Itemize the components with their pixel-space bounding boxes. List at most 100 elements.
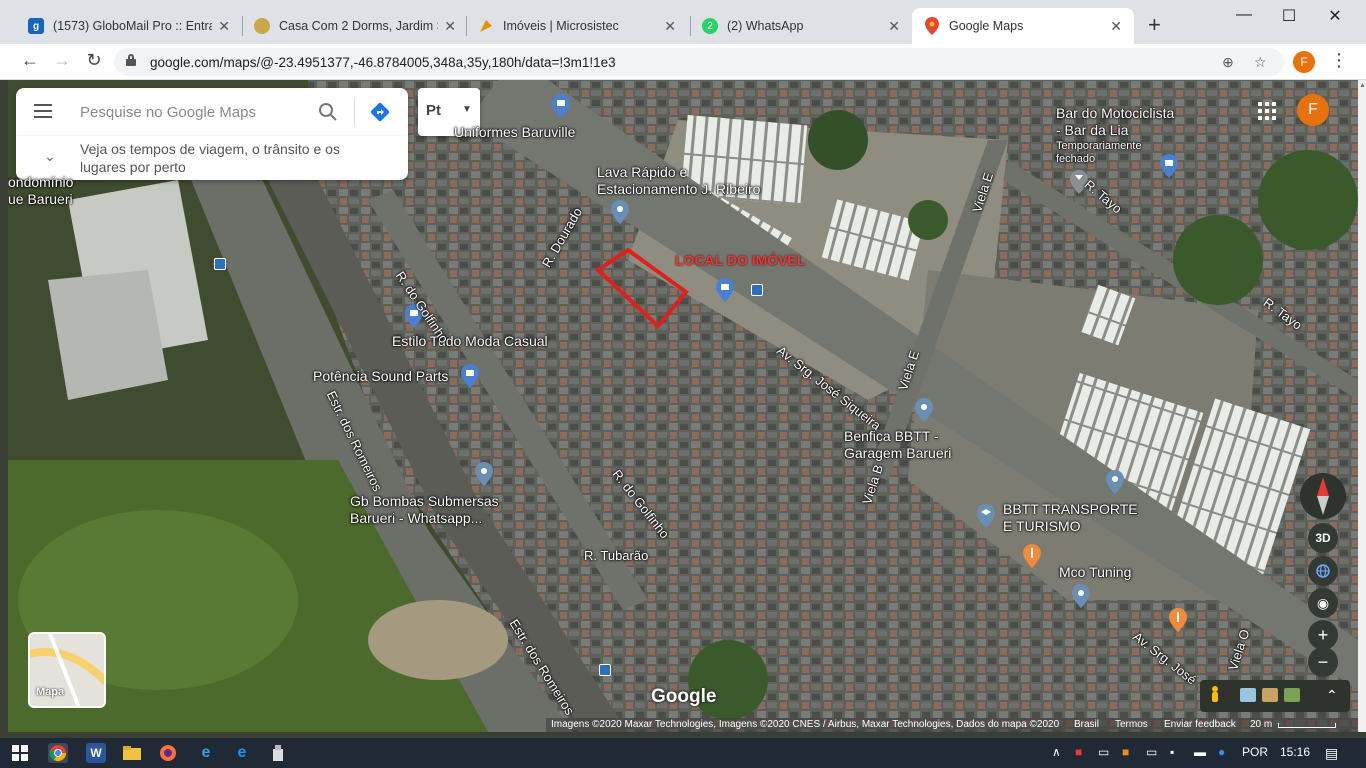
- place-label-potencia[interactable]: Potência Sound Parts: [313, 368, 448, 385]
- app-tray-icon[interactable]: ■: [1122, 745, 1129, 759]
- 3d-button[interactable]: 3D: [1308, 523, 1338, 553]
- map-layer-toggle[interactable]: Mapa: [28, 632, 106, 708]
- satellite-map[interactable]: ⌄ Veja os tempos de viagem, o trânsito e…: [8, 80, 1358, 732]
- place-label-uniformes[interactable]: Uniformes Baruville: [454, 124, 575, 141]
- firefox-icon[interactable]: [158, 743, 178, 763]
- apps-grid-icon[interactable]: [1258, 102, 1276, 120]
- security-tray-icon[interactable]: ■: [1075, 745, 1082, 759]
- battery-tray-icon[interactable]: ▬: [1194, 745, 1206, 759]
- word-icon[interactable]: W: [86, 743, 106, 763]
- hamburger-menu-icon[interactable]: [34, 104, 52, 122]
- teamviewer-tray-icon[interactable]: ●: [1218, 745, 1225, 759]
- my-location-icon[interactable]: ◉: [1308, 588, 1338, 618]
- back-button[interactable]: ←: [18, 50, 42, 71]
- maps-profile-avatar[interactable]: F: [1297, 94, 1329, 126]
- place-pin-icon[interactable]: [611, 200, 629, 224]
- chevron-up-icon[interactable]: ⌃: [1326, 687, 1338, 704]
- place-pin-icon[interactable]: [475, 462, 493, 486]
- show-hidden-icons[interactable]: ∧: [1052, 745, 1061, 759]
- edge-icon[interactable]: e: [232, 743, 252, 763]
- scale-label[interactable]: 20 m: [1250, 719, 1272, 730]
- close-icon[interactable]: ✕: [888, 18, 900, 35]
- bus-stop-icon[interactable]: [599, 664, 611, 676]
- place-label-lava-rapido[interactable]: Lava Rápido e Estacionamento J. Ribeiro: [597, 164, 760, 198]
- tab-google-maps[interactable]: Google Maps ✕: [912, 8, 1134, 44]
- restaurant-pin-icon[interactable]: [1169, 608, 1187, 632]
- imagery-thumb[interactable]: [1262, 688, 1278, 702]
- compass-control[interactable]: [1300, 473, 1346, 519]
- directions-icon[interactable]: [370, 102, 390, 122]
- restaurant-pin-icon[interactable]: [1023, 544, 1041, 568]
- profile-avatar[interactable]: F: [1293, 51, 1315, 73]
- bus-stop-icon[interactable]: [751, 284, 763, 296]
- place-label-estilo[interactable]: Estilo Tudo Moda Casual: [392, 333, 548, 350]
- globe-icon[interactable]: [1308, 556, 1338, 586]
- place-label-mco-tuning[interactable]: Mco Tuning: [1059, 564, 1131, 581]
- close-icon[interactable]: ✕: [218, 18, 230, 35]
- search-box: [16, 88, 408, 136]
- shopping-pin-icon[interactable]: [461, 364, 479, 388]
- close-window-button[interactable]: ✕: [1325, 6, 1345, 26]
- tab-casa[interactable]: Casa Com 2 Dorms, Jardim São ✕: [242, 8, 468, 44]
- shopping-pin-icon[interactable]: [716, 278, 734, 302]
- reload-button[interactable]: ↻: [82, 50, 106, 71]
- close-icon[interactable]: ✕: [444, 18, 456, 35]
- menu-kebab-icon[interactable]: ⋮: [1330, 50, 1348, 71]
- new-tab-button[interactable]: +: [1148, 12, 1161, 38]
- travel-times-hint[interactable]: ⌄ Veja os tempos de viagem, o trânsito e…: [16, 136, 408, 180]
- search-input[interactable]: [80, 100, 310, 124]
- action-center-icon[interactable]: ▤: [1325, 745, 1338, 762]
- minimize-button[interactable]: —: [1234, 6, 1254, 24]
- maximize-button[interactable]: ☐: [1279, 6, 1299, 26]
- school-pin-icon[interactable]: [977, 504, 995, 528]
- shopping-pin-icon[interactable]: [1160, 154, 1178, 178]
- clock[interactable]: 15:16: [1280, 745, 1310, 759]
- country-link[interactable]: Brasil: [1074, 719, 1099, 730]
- place-pin-icon[interactable]: [1106, 470, 1124, 494]
- caret-down-icon[interactable]: ▼: [462, 104, 472, 115]
- scale-bar: [1278, 723, 1336, 728]
- zoom-in-button[interactable]: +: [1308, 620, 1338, 650]
- chevron-down-icon[interactable]: ⌄: [44, 148, 56, 165]
- page-scrollbar[interactable]: ▲: [1358, 80, 1366, 732]
- bookmark-star-icon[interactable]: ☆: [1254, 54, 1267, 71]
- search-icon[interactable]: [318, 102, 338, 122]
- tab-globomail[interactable]: g (1573) GloboMail Pro :: Entrada ✕: [16, 8, 242, 44]
- chrome-icon[interactable]: [48, 743, 68, 763]
- place-label-gb-bombas[interactable]: Gb Bombas Submersas Barueri - Whatsapp..…: [350, 493, 499, 527]
- input-tools-label: Pt: [426, 102, 441, 119]
- tab-whatsapp[interactable]: 2 (2) WhatsApp ✕: [690, 8, 912, 44]
- close-icon[interactable]: ✕: [1110, 18, 1122, 35]
- place-label-condominio[interactable]: ondomínio ue Barueri: [8, 174, 73, 208]
- shopping-pin-icon[interactable]: [552, 94, 570, 118]
- address-bar[interactable]: google.com/maps/@-23.4951377,-46.8784005…: [114, 48, 1284, 76]
- close-icon[interactable]: ✕: [664, 18, 676, 35]
- tab-imoveis[interactable]: Imóveis | Microsistec ✕: [466, 8, 688, 44]
- place-pin-icon[interactable]: [915, 398, 933, 422]
- place-label-bbtt[interactable]: BBTT TRANSPORTE E TURISMO: [1003, 501, 1138, 535]
- browser-toolbar: ← → ↻ google.com/maps/@-23.4951377,-46.8…: [0, 44, 1366, 80]
- language-indicator[interactable]: POR: [1242, 745, 1268, 759]
- pegman-icon[interactable]: [1210, 686, 1220, 706]
- place-pin-icon[interactable]: [1072, 584, 1090, 608]
- place-label-benfica[interactable]: Benfica BBTT - Garagem Barueri: [844, 428, 951, 462]
- bus-stop-icon[interactable]: [214, 258, 226, 270]
- terms-link[interactable]: Termos: [1115, 719, 1148, 730]
- network-tray-icon[interactable]: ▭: [1098, 745, 1109, 759]
- install-icon[interactable]: ⊕: [1222, 54, 1234, 71]
- url-text[interactable]: google.com/maps/@-23.4951377,-46.8784005…: [150, 55, 616, 70]
- display-tray-icon[interactable]: ▭: [1146, 745, 1157, 759]
- file-explorer-icon[interactable]: [122, 743, 142, 763]
- app-icon[interactable]: [268, 743, 288, 763]
- zoom-out-button[interactable]: −: [1308, 647, 1338, 677]
- internet-explorer-icon[interactable]: e: [196, 743, 216, 763]
- windows-start-icon[interactable]: [10, 743, 30, 763]
- forward-button[interactable]: →: [50, 50, 74, 71]
- tab-title: Google Maps: [949, 19, 1024, 33]
- feedback-link[interactable]: Enviar feedback: [1164, 719, 1236, 730]
- imagery-thumb[interactable]: [1284, 688, 1300, 702]
- network-tray-icon[interactable]: ▪: [1170, 745, 1174, 759]
- place-label-bar-do-motociclista[interactable]: Bar do Motociclista - Bar da Lia: [1056, 105, 1174, 139]
- tab-title: Imóveis | Microsistec: [503, 19, 619, 33]
- imagery-thumb[interactable]: [1240, 688, 1256, 702]
